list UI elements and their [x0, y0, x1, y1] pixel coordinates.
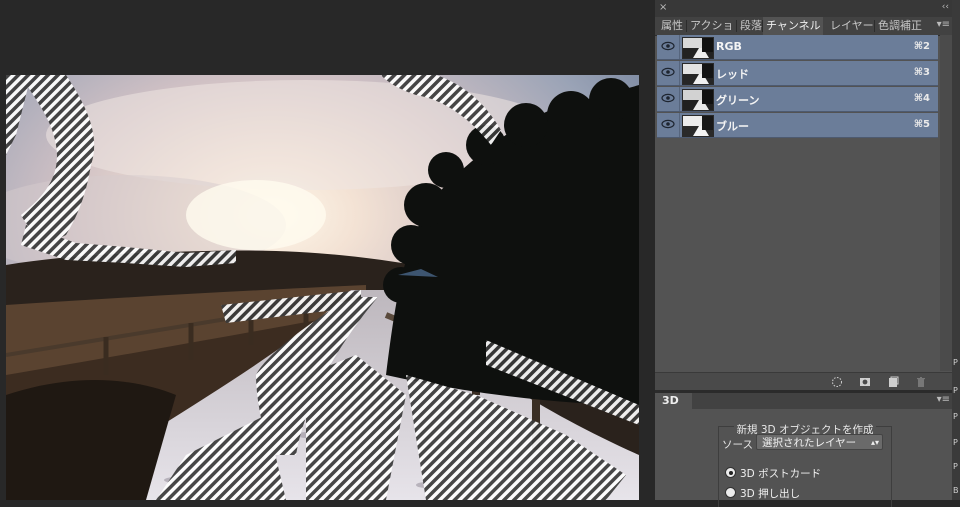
tab-actions[interactable]: アクショ	[687, 17, 736, 35]
collapse-panels-icon[interactable]: ‹‹	[942, 2, 949, 12]
new-channel-icon[interactable]	[887, 376, 899, 388]
tab-channels[interactable]: チャンネル	[763, 17, 823, 35]
save-mask-icon[interactable]	[859, 376, 871, 388]
trash-icon[interactable]	[915, 376, 927, 388]
panel-menu-icon[interactable]: ▾≡	[937, 394, 950, 405]
radio-postcard[interactable]	[725, 467, 736, 478]
row-divider	[679, 87, 680, 111]
strip-text: P	[953, 438, 958, 447]
close-icon[interactable]: ×	[659, 2, 667, 13]
panel-menu-icon[interactable]: ▾≡	[937, 19, 950, 30]
source-select-value: 選択されたレイヤー	[762, 437, 857, 449]
channel-shortcut: ⌘5	[913, 119, 930, 130]
channel-name: RGB	[716, 40, 742, 53]
eye-icon[interactable]	[661, 91, 675, 105]
3d-panel-header: 3D ▾≡	[655, 393, 952, 409]
channel-name: ブルー	[716, 120, 749, 133]
channel-shortcut: ⌘2	[913, 41, 930, 52]
channel-shortcut: ⌘3	[913, 67, 930, 78]
channel-thumbnail	[682, 115, 714, 137]
panels-dock: × ‹‹ 属性 アクショ 段落 チャンネル レイヤー 色調補正 ▾≡ RGB ⌘…	[655, 0, 952, 507]
load-selection-icon[interactable]	[831, 376, 843, 388]
channel-name: レッド	[716, 68, 749, 81]
new-3d-object-group: 新規 3D オブジェクトを作成 ソース : 選択されたレイヤー ▴▾ 3D ポス…	[718, 424, 892, 507]
document-canvas[interactable]	[6, 75, 639, 500]
eye-icon[interactable]	[661, 65, 675, 79]
channel-name: グリーン	[716, 94, 760, 107]
row-divider	[679, 61, 680, 85]
channels-scrollbar[interactable]	[940, 35, 952, 371]
chevron-up-down-icon: ▴▾	[870, 438, 879, 447]
channel-row-green[interactable]: グリーン ⌘4	[657, 87, 938, 112]
radio-extrusion-label: 3D 押し出し	[740, 488, 801, 500]
strip-text: P	[953, 358, 958, 367]
channel-row-rgb[interactable]: RGB ⌘2	[657, 35, 938, 60]
channel-row-blue[interactable]: ブルー ⌘5	[657, 113, 938, 138]
channel-thumbnail	[682, 63, 714, 85]
radio-extrusion[interactable]	[725, 487, 736, 498]
row-divider	[679, 35, 680, 59]
strip-text: P	[953, 386, 958, 395]
channels-footer	[655, 372, 952, 391]
channel-row-red[interactable]: レッド ⌘3	[657, 61, 938, 86]
tab-paragraph[interactable]: 段落	[737, 17, 762, 35]
source-label: ソース :	[722, 439, 760, 451]
strip-text: P	[953, 412, 958, 421]
panel-tab-bar: 属性 アクショ 段落 チャンネル レイヤー 色調補正 ▾≡	[655, 17, 952, 36]
row-divider	[679, 113, 680, 137]
channel-shortcut: ⌘4	[913, 93, 930, 104]
channel-thumbnail	[682, 37, 714, 59]
source-select[interactable]: 選択されたレイヤー ▴▾	[756, 434, 883, 450]
photo-snowy-trail	[6, 75, 639, 500]
tab-layers[interactable]: レイヤー	[827, 17, 875, 35]
strip-text: P	[953, 462, 958, 471]
tab-3d[interactable]: 3D	[655, 393, 692, 409]
eye-icon[interactable]	[661, 39, 675, 53]
panel-titlebar: × ‹‹	[655, 0, 952, 17]
tab-adjustments[interactable]: 色調補正	[875, 17, 927, 35]
right-dock-strip: P P P P P B	[952, 0, 960, 500]
radio-postcard-label: 3D ポストカード	[740, 468, 822, 480]
tab-properties[interactable]: 属性	[658, 17, 686, 35]
eye-icon[interactable]	[661, 117, 675, 131]
strip-text: B	[953, 486, 959, 495]
channel-thumbnail	[682, 89, 714, 111]
